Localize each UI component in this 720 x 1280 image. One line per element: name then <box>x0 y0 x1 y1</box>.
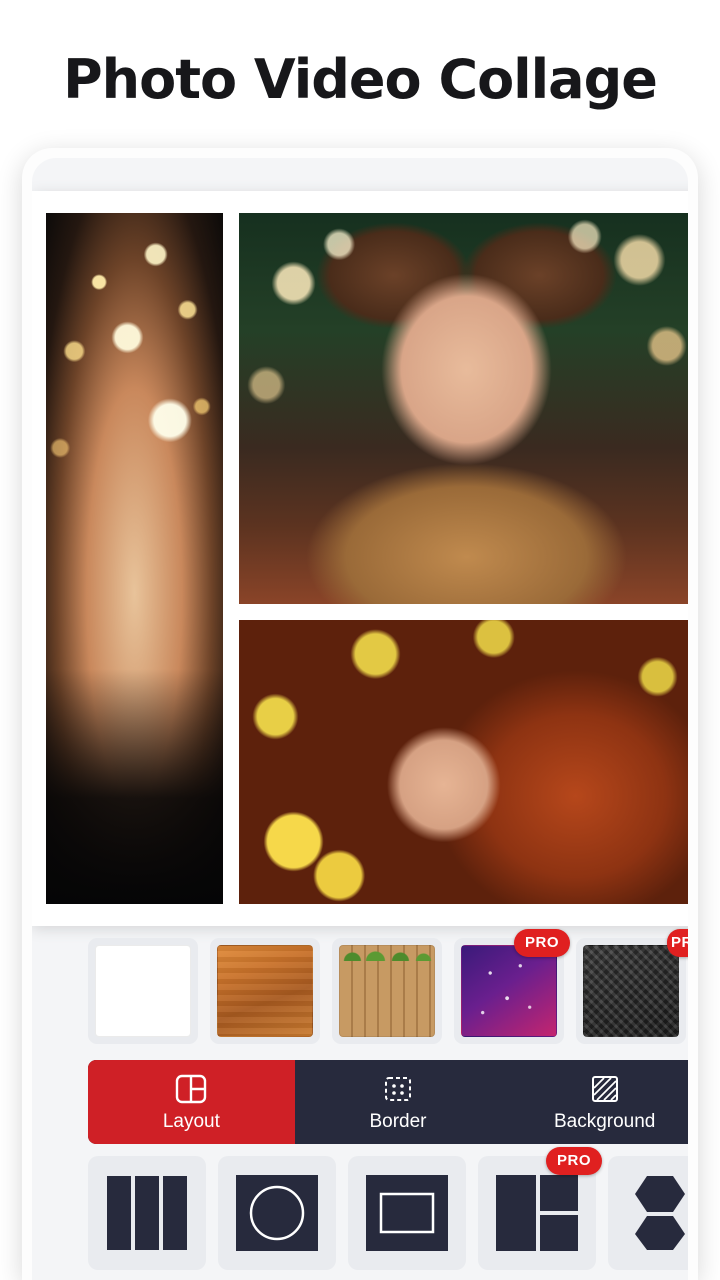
collage-cell-bottom-right[interactable] <box>239 620 688 904</box>
layout-split-right[interactable]: PRO <box>478 1147 602 1270</box>
three-columns-icon <box>107 1176 187 1250</box>
background-thumb-galaxy[interactable]: PRO <box>454 929 570 1044</box>
circle-center-icon <box>236 1175 318 1251</box>
red-hair-girl-photo <box>239 620 688 904</box>
page-title: Photo Video Collage <box>63 48 658 111</box>
sparkler-girl-photo <box>46 213 223 904</box>
background-thumb-metal[interactable]: PRO <box>576 929 688 1044</box>
tab-layout[interactable]: Layout <box>88 1060 295 1144</box>
tab-border-label: Border <box>369 1110 427 1132</box>
tab-background-label: Background <box>553 1110 656 1132</box>
phone-mockup: PRO PRO Layout <box>22 148 698 1280</box>
tab-border[interactable]: Border <box>295 1060 502 1144</box>
layout-icon <box>174 1072 208 1106</box>
bun-hairstyle-girl-photo <box>239 213 688 604</box>
pro-badge: PRO <box>514 929 570 957</box>
background-icon <box>588 1072 622 1106</box>
fence-swatch <box>339 945 435 1037</box>
tab-layout-label: Layout <box>162 1110 220 1132</box>
light-wood-swatch <box>217 945 313 1037</box>
background-thumbnail-row[interactable]: PRO PRO <box>88 929 688 1048</box>
split-right-icon <box>496 1175 578 1251</box>
layout-three-columns[interactable] <box>88 1156 206 1270</box>
app-screenshot: Photo Video Collage PRO PR Layout Border… <box>0 0 720 1280</box>
border-icon <box>381 1072 415 1106</box>
layout-template-row[interactable]: PRO PRO <box>88 1147 688 1274</box>
metal-swatch <box>583 945 679 1037</box>
collage-cell-left[interactable] <box>46 213 223 904</box>
hexagons-icon <box>635 1176 685 1250</box>
pro-badge: PRO <box>546 1147 602 1175</box>
layout-hexagons[interactable]: PRO <box>608 1156 688 1270</box>
frame-center-icon <box>366 1175 448 1251</box>
background-thumb-white[interactable] <box>88 938 198 1044</box>
pro-badge: PRO <box>667 929 688 957</box>
phone-screen: PRO PRO Layout <box>32 158 688 1280</box>
background-thumb-wood-light[interactable] <box>210 938 320 1044</box>
white-swatch <box>95 945 191 1037</box>
collage-cell-top-right[interactable] <box>239 213 688 604</box>
layout-frame-center[interactable] <box>348 1156 466 1270</box>
background-thumb-fence[interactable] <box>332 938 442 1044</box>
collage-grid <box>46 213 688 904</box>
tab-background[interactable]: Background <box>501 1060 688 1144</box>
editor-tabbar[interactable]: Layout Border Background <box>88 1060 688 1144</box>
galaxy-swatch <box>461 945 557 1037</box>
layout-circle-center[interactable] <box>218 1156 336 1270</box>
collage-preview[interactable] <box>32 191 688 926</box>
